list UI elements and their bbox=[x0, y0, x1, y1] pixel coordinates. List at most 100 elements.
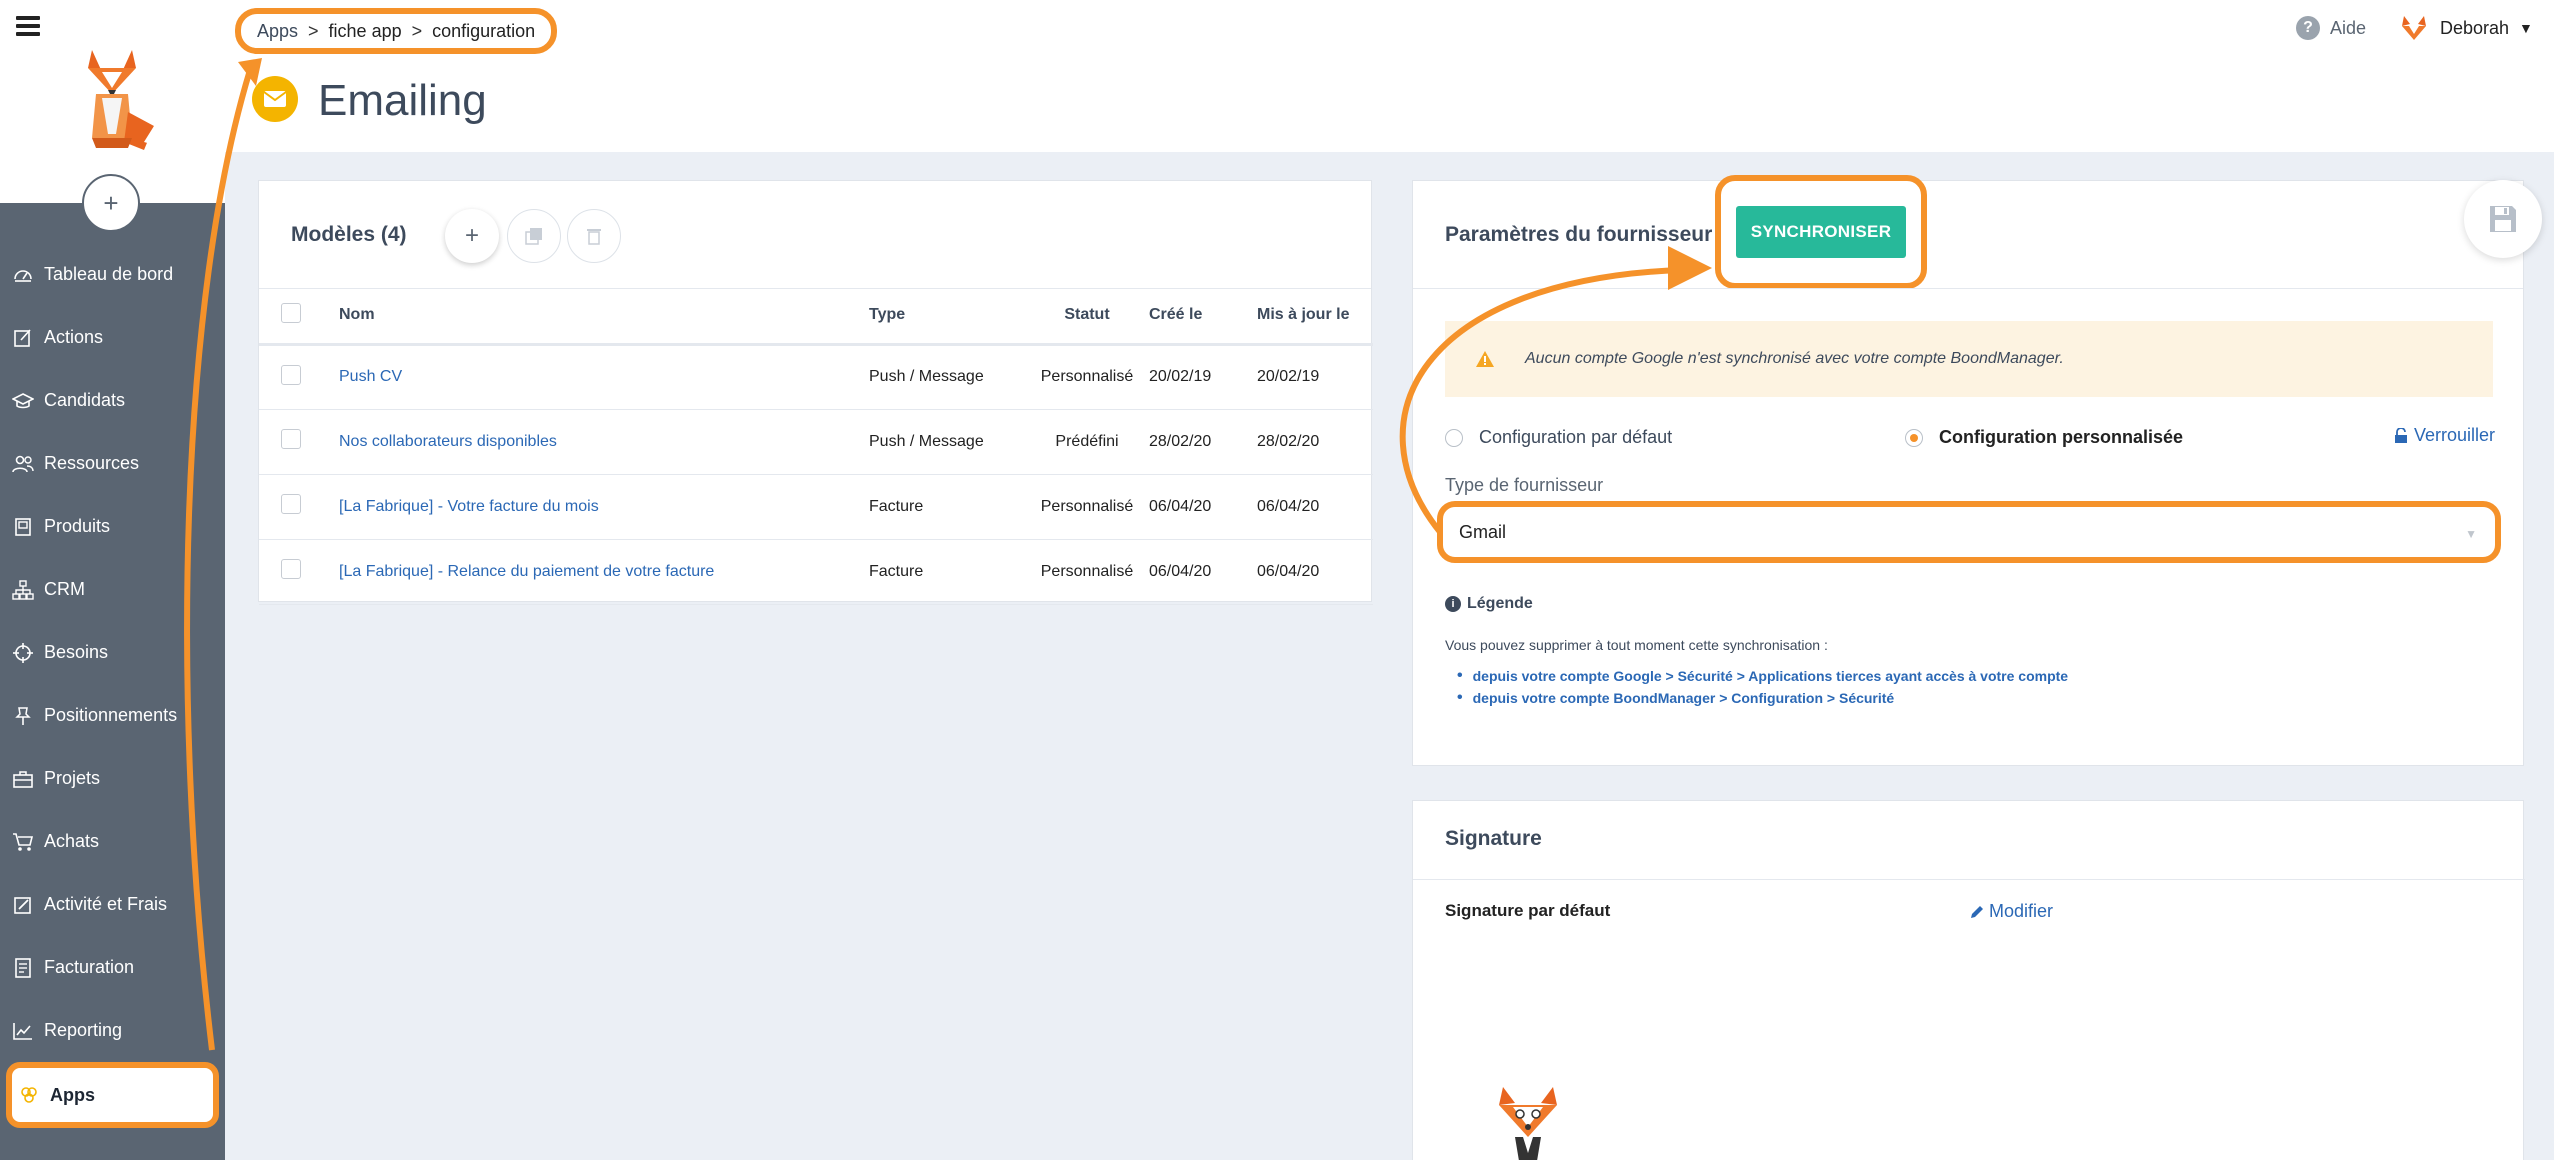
edit-icon bbox=[12, 327, 34, 349]
sidebar-item-projets[interactable]: Projets bbox=[0, 747, 225, 810]
row-checkbox[interactable] bbox=[281, 429, 301, 449]
sidebar-item-label: Besoins bbox=[44, 642, 109, 662]
sidebar-item-facturation[interactable]: Facturation bbox=[0, 936, 225, 999]
add-button[interactable]: + bbox=[82, 174, 140, 232]
row-checkbox[interactable] bbox=[281, 494, 301, 514]
radio-circle-selected bbox=[1905, 428, 1923, 447]
sidebar-header bbox=[0, 0, 225, 203]
model-name-link[interactable]: Push CV bbox=[339, 368, 402, 385]
sidebar-item-activite-frais[interactable]: Activité et Frais bbox=[0, 873, 225, 936]
sidebar-item-label: Positionnements bbox=[44, 705, 178, 725]
add-model-button[interactable]: + bbox=[445, 209, 499, 263]
models-title: Modèles (4) bbox=[291, 223, 407, 246]
breadcrumb: Apps > fiche app > configuration bbox=[235, 8, 558, 54]
envelope-icon bbox=[252, 76, 298, 122]
table-row: Push CV Push / Message Personnalisé 20/0… bbox=[259, 344, 1373, 410]
breadcrumb-current: configuration bbox=[432, 20, 536, 41]
sidebar-item-dashboard[interactable]: Tableau de bord bbox=[0, 243, 225, 306]
avatar bbox=[2402, 16, 2426, 40]
model-status: Personnalisé bbox=[1025, 344, 1149, 410]
modify-signature-link[interactable]: Modifier bbox=[1969, 901, 2053, 922]
column-header-created[interactable]: Créé le bbox=[1149, 288, 1257, 346]
delete-model-button[interactable] bbox=[567, 209, 621, 263]
sidebar-item-actions[interactable]: Actions bbox=[0, 306, 225, 369]
radio-default-config[interactable]: Configuration par défaut bbox=[1445, 427, 1672, 448]
sidebar-item-label: Candidats bbox=[44, 390, 126, 410]
menu-icon[interactable] bbox=[16, 16, 40, 36]
provider-type-value: Gmail bbox=[1459, 521, 1507, 542]
legend-list: depuis votre compte Google > Sécurité > … bbox=[1457, 665, 2068, 709]
sidebar-item-candidats[interactable]: Candidats bbox=[0, 369, 225, 432]
row-checkbox[interactable] bbox=[281, 559, 301, 579]
provider-type-select[interactable]: Gmail ▼ bbox=[1437, 501, 2501, 563]
trash-icon bbox=[587, 229, 601, 245]
duplicate-model-button[interactable] bbox=[507, 209, 561, 263]
chevron-down-icon: ▼ bbox=[2465, 527, 2477, 541]
user-menu[interactable]: Deborah ▼ bbox=[2400, 14, 2533, 42]
sidebar-item-positionnements[interactable]: Positionnements bbox=[0, 684, 225, 747]
cart-icon bbox=[12, 831, 34, 853]
help-link[interactable]: ? Aide bbox=[2296, 16, 2366, 40]
apps-icon bbox=[18, 1084, 40, 1106]
legend-item: depuis votre compte BoondManager > Confi… bbox=[1457, 687, 2068, 709]
sidebar-item-crm[interactable]: CRM bbox=[0, 558, 225, 621]
column-header-name[interactable]: Nom bbox=[339, 288, 869, 346]
modify-label: Modifier bbox=[1989, 901, 2054, 921]
breadcrumb-link-apps[interactable]: Apps bbox=[257, 21, 298, 42]
sidebar-item-apps[interactable]: Apps bbox=[6, 1062, 219, 1128]
pencil-icon bbox=[1971, 905, 1983, 918]
legend-title: i Légende bbox=[1445, 595, 1533, 613]
row-checkbox[interactable] bbox=[281, 364, 301, 385]
sidebar-item-achats[interactable]: Achats bbox=[0, 810, 225, 873]
sidebar-item-label: Facturation bbox=[44, 957, 135, 977]
radio-custom-config[interactable]: Configuration personnalisée bbox=[1905, 427, 2183, 448]
sidebar-item-reporting[interactable]: Reporting bbox=[0, 999, 225, 1062]
save-button[interactable] bbox=[2464, 180, 2542, 258]
warning-icon bbox=[1476, 351, 1494, 367]
provider-type-label: Type de fournisseur bbox=[1445, 475, 1604, 495]
radio-default-label: Configuration par défaut bbox=[1479, 427, 1673, 447]
model-updated: 20/02/19 bbox=[1257, 344, 1373, 410]
model-type: Push / Message bbox=[869, 344, 1025, 410]
model-updated: 28/02/20 bbox=[1257, 409, 1373, 475]
lock-link[interactable]: Verrouiller bbox=[2394, 425, 2495, 446]
model-created: 20/02/19 bbox=[1149, 344, 1257, 410]
model-status: Prédéfini bbox=[1025, 409, 1149, 475]
warning-banner: Aucun compte Google n'est synchronisé av… bbox=[1445, 321, 2493, 397]
model-name-link[interactable]: [La Fabrique] - Relance du paiement de v… bbox=[339, 563, 714, 580]
pin-icon bbox=[12, 705, 34, 727]
sidebar-item-besoins[interactable]: Besoins bbox=[0, 621, 225, 684]
question-icon: ? bbox=[2296, 16, 2320, 40]
model-updated: 06/04/20 bbox=[1257, 474, 1373, 540]
synchronize-button[interactable]: SYNCHRONISER bbox=[1736, 206, 1906, 258]
model-created: 06/04/20 bbox=[1149, 539, 1257, 605]
legend-title-text: Légende bbox=[1467, 595, 1533, 612]
sync-highlight: SYNCHRONISER bbox=[1715, 175, 1927, 289]
models-table: Nom Type Statut Créé le Mis à jour le Pu… bbox=[259, 288, 1373, 605]
model-name-link[interactable]: Nos collaborateurs disponibles bbox=[339, 433, 557, 450]
user-name: Deborah bbox=[2440, 17, 2510, 38]
column-header-status[interactable]: Statut bbox=[1025, 288, 1149, 346]
sidebar-item-produits[interactable]: Produits bbox=[0, 495, 225, 558]
lock-label: Verrouiller bbox=[2413, 425, 2495, 445]
legend-item: depuis votre compte Google > Sécurité > … bbox=[1457, 665, 2068, 687]
table-row: [La Fabrique] - Relance du paiement de v… bbox=[259, 539, 1373, 605]
sidebar-item-label: Projets bbox=[44, 768, 101, 788]
warning-text: Aucun compte Google n'est synchronisé av… bbox=[1525, 350, 2064, 367]
models-card: Modèles (4) + Nom Type Statut Créé le Mi… bbox=[258, 180, 1373, 605]
sidebar-item-label: Actions bbox=[44, 327, 104, 347]
floppy-disk-icon bbox=[2490, 206, 2516, 232]
select-all-checkbox[interactable] bbox=[281, 302, 301, 323]
column-header-updated[interactable]: Mis à jour le bbox=[1257, 288, 1373, 346]
sidebar: + Tableau de bord Actions Candidats Ress… bbox=[0, 0, 225, 1160]
model-status: Personnalisé bbox=[1025, 474, 1149, 540]
divider bbox=[1413, 879, 2525, 880]
breadcrumb-link-fiche-app[interactable]: fiche app bbox=[329, 21, 402, 42]
model-created: 28/02/20 bbox=[1149, 409, 1257, 475]
column-header-type[interactable]: Type bbox=[869, 288, 1025, 346]
fox-mascot-image bbox=[1499, 1087, 1557, 1160]
radio-custom-label: Configuration personnalisée bbox=[1939, 427, 2184, 447]
sidebar-item-ressources[interactable]: Ressources bbox=[0, 432, 225, 495]
model-name-link[interactable]: [La Fabrique] - Votre facture du mois bbox=[339, 498, 599, 515]
sidebar-item-label: Reporting bbox=[44, 1020, 123, 1040]
